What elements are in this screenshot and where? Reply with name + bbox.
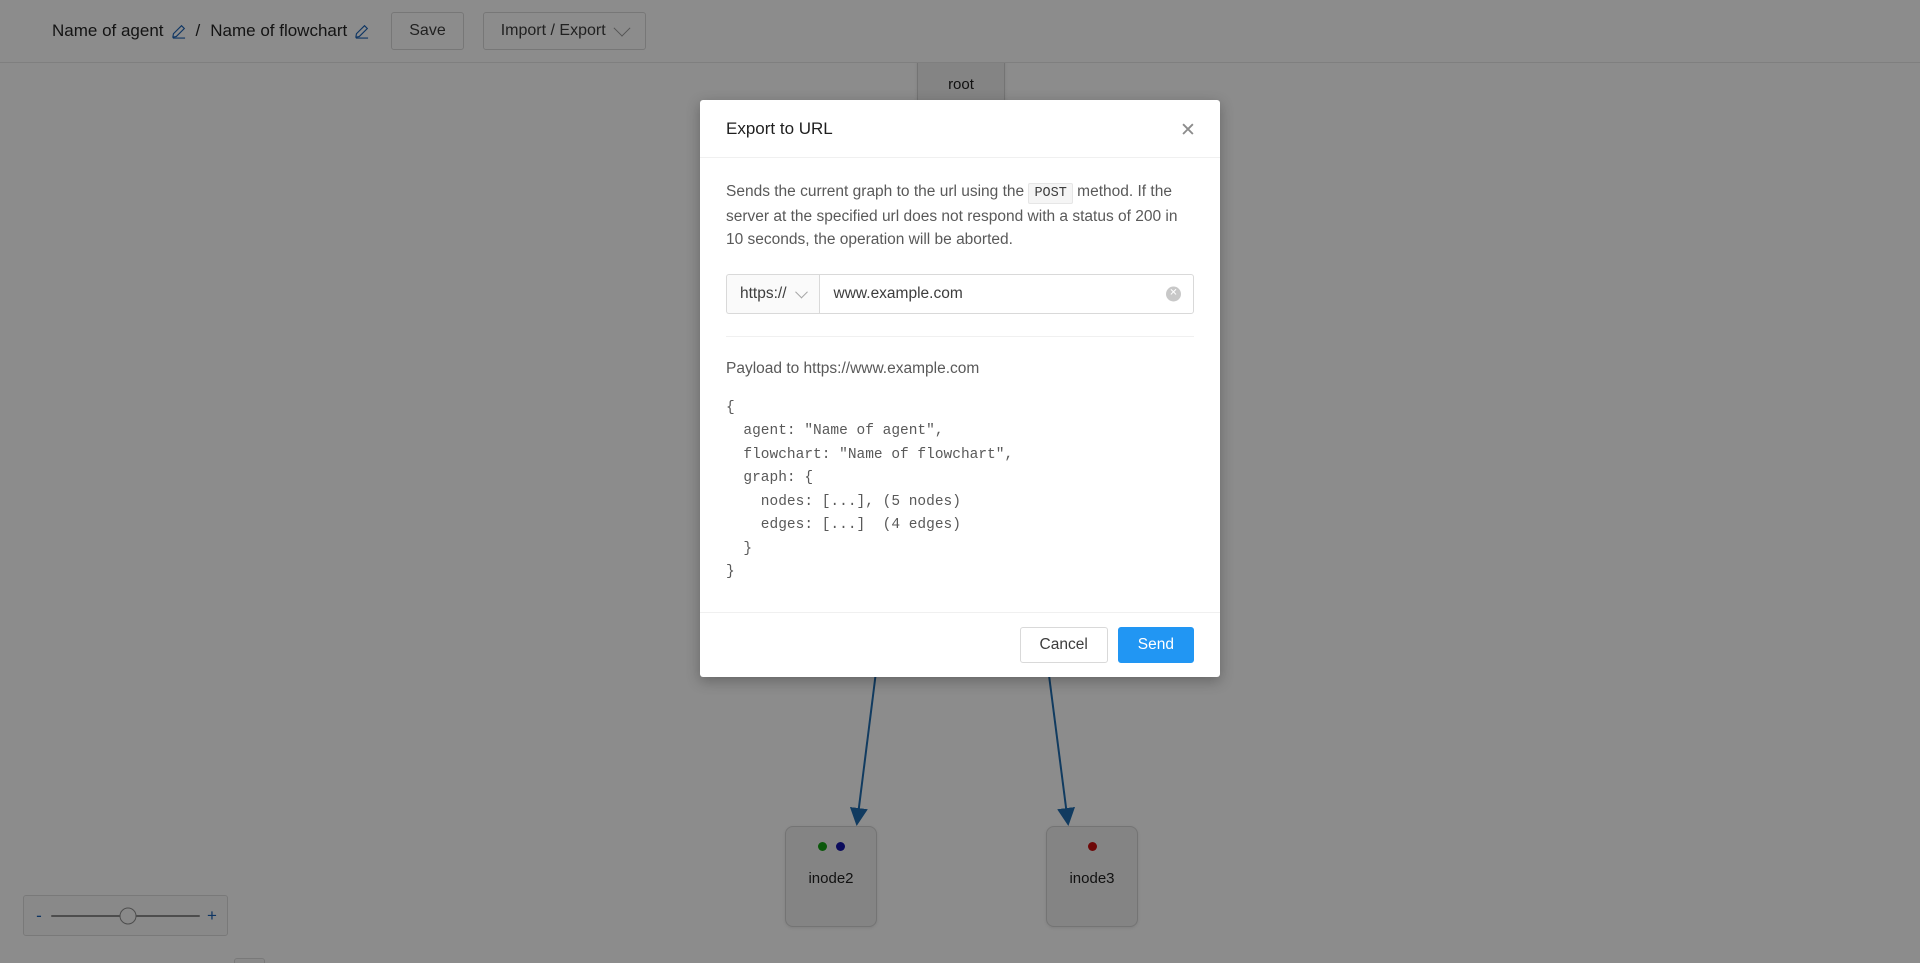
dialog-footer: Cancel Send [700, 612, 1220, 677]
dialog-body: Sends the current graph to the url using… [700, 158, 1220, 612]
http-method-code: POST [1028, 183, 1073, 204]
protocol-selected-value: https:// [740, 284, 787, 302]
clear-glyph: ✕ [1169, 287, 1178, 299]
dialog-header: Export to URL ✕ [700, 100, 1220, 158]
send-button[interactable]: Send [1117, 627, 1194, 664]
clear-circle-icon[interactable]: ✕ [1166, 286, 1181, 302]
chevron-down-icon [794, 285, 808, 299]
dialog-description: Sends the current graph to the url using… [726, 180, 1194, 252]
url-input-value: www.example.com [833, 284, 963, 302]
description-part-1: Sends the current graph to the url using… [726, 183, 1029, 200]
app-root: Name of agent / Name of flowchart Save I [0, 0, 1920, 963]
url-input-group: https:// www.example.com ✕ [726, 273, 1194, 314]
close-glyph: ✕ [1180, 119, 1196, 141]
export-to-url-dialog: Export to URL ✕ Sends the current graph … [700, 100, 1220, 678]
url-input[interactable]: www.example.com ✕ [818, 273, 1194, 314]
dialog-title: Export to URL [726, 119, 833, 138]
protocol-select[interactable]: https:// [726, 273, 819, 314]
cancel-button-label: Cancel [1039, 636, 1088, 654]
body-divider [726, 335, 1194, 337]
send-button-label: Send [1137, 636, 1174, 654]
payload-label: Payload to https://www.example.com [726, 359, 980, 377]
close-icon[interactable]: ✕ [1176, 118, 1200, 142]
payload-code-block: { agent: "Name of agent", flowchart: "Na… [726, 399, 1014, 580]
cancel-button[interactable]: Cancel [1019, 627, 1108, 664]
